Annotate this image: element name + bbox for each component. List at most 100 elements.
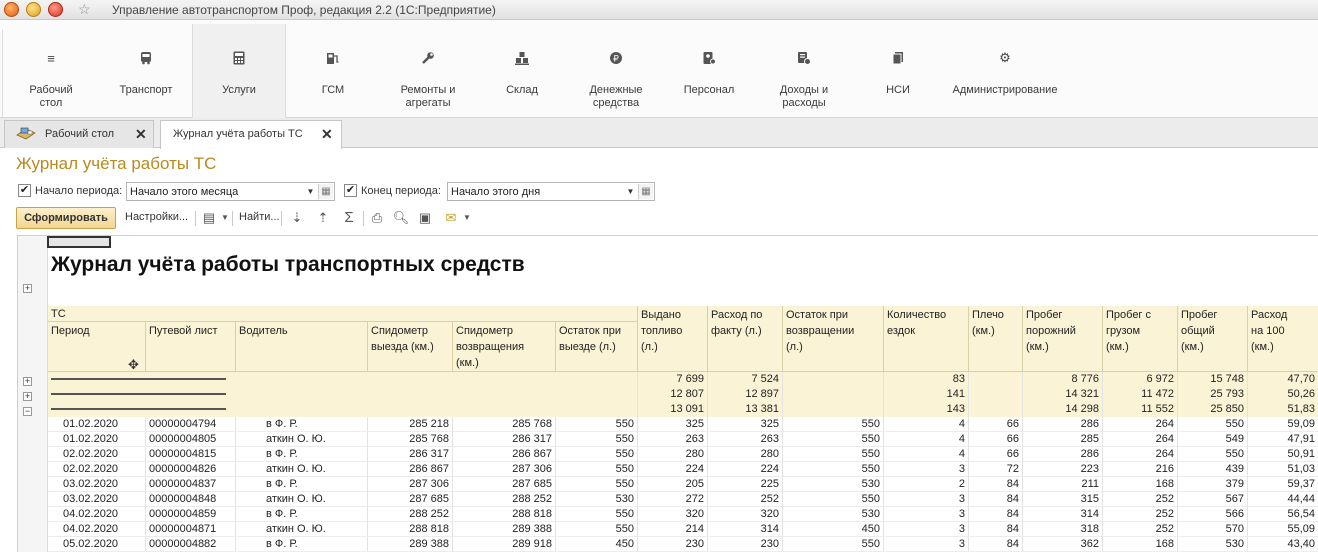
table-cell: 252 <box>1103 492 1178 507</box>
print-icon[interactable]: ⎙ <box>368 209 386 227</box>
group-cell <box>969 372 1023 387</box>
column-header[interactable]: Выдано топливо (л.) <box>641 307 706 355</box>
section-label: Транспорт <box>119 84 173 96</box>
group-row[interactable]: 7 699 7 524 83 8 776 6 972 15 748 47,70 <box>48 372 1318 387</box>
column-header[interactable]: Расход по факту (л.) <box>711 307 781 339</box>
column-header[interactable]: Спидометр возвращения (км.) <box>456 323 554 371</box>
section-personnel[interactable]: Персонал <box>676 20 742 118</box>
section-nsi[interactable]: НСИ <box>872 20 924 118</box>
sort-ascending-icon[interactable]: ⇣ <box>288 209 306 227</box>
table-cell: 550 <box>1178 417 1248 432</box>
redacted-vehicle-name <box>51 378 226 380</box>
calendar-icon[interactable]: ▦ <box>318 184 333 199</box>
personnel-icon <box>701 50 717 66</box>
calendar-icon[interactable]: ▦ <box>638 184 653 199</box>
table-row[interactable]: 05.02.2020 00000004882 в Ф. Р. 289 388 289 9… <box>48 537 1318 552</box>
period-end-checkbox[interactable]: ✔ <box>344 184 357 197</box>
section-warehouse[interactable]: Склад <box>491 20 553 118</box>
group-cell: 25 850 <box>1178 402 1248 417</box>
expand-group-icon[interactable]: + <box>23 392 32 401</box>
column-header[interactable]: Расход на 100 (км.) <box>1251 307 1317 355</box>
table-cell: 550 <box>783 432 884 447</box>
section-label: Ремонты и агрегаты <box>400 84 456 109</box>
table-cell: 550 <box>783 462 884 477</box>
group-name-cell <box>48 402 638 417</box>
sum-icon[interactable]: Σ <box>340 209 358 227</box>
expand-group-icon[interactable]: + <box>23 377 32 386</box>
group-cell <box>969 387 1023 402</box>
selected-cell[interactable] <box>47 236 111 248</box>
table-row[interactable]: 04.02.2020 00000004871 аткин О. Ю. 288 818 2… <box>48 522 1318 537</box>
table-cell: 550 <box>1178 447 1248 462</box>
table-cell: 550 <box>556 432 638 447</box>
section-money[interactable]: ₽ Денежные средства <box>580 20 652 118</box>
close-window-icon[interactable] <box>48 2 63 17</box>
table-cell: 3 <box>884 537 969 552</box>
table-row[interactable]: 01.02.2020 00000004794 в Ф. Р. 285 218 285 7… <box>48 417 1318 432</box>
section-services[interactable]: Услуги <box>192 24 286 118</box>
section-label: Администрирование <box>952 84 1058 96</box>
expand-all-icon[interactable]: + <box>23 284 32 293</box>
period-start-checkbox[interactable]: ✔ <box>18 184 31 197</box>
table-row[interactable]: 01.02.2020 00000004805 аткин О. Ю. 285 768 2… <box>48 432 1318 447</box>
print-preview-icon[interactable]: 🔍︎ <box>392 209 410 227</box>
group-row[interactable]: 12 807 12 897 141 14 321 11 472 25 793 50,26 <box>48 387 1318 402</box>
table-cell: 02.02.2020 <box>48 447 146 462</box>
section-repairs[interactable]: Ремонты и агрегаты <box>392 20 464 118</box>
sort-descending-icon[interactable]: ⇡ <box>314 209 332 227</box>
period-start-field[interactable]: Начало этого месяца ▼ ▦ <box>126 182 335 201</box>
table-row[interactable]: 04.02.2020 00000004859 в Ф. Р. 288 252 288 8… <box>48 507 1318 522</box>
dropdown-arrow-icon[interactable]: ▼ <box>623 184 638 199</box>
save-icon[interactable]: ▣ <box>416 209 434 227</box>
group-row[interactable]: 13 091 13 381 143 14 298 11 552 25 850 51,83 <box>48 402 1318 417</box>
table-cell: 318 <box>1023 522 1103 537</box>
period-end-field[interactable]: Начало этого дня ▼ ▦ <box>447 182 655 201</box>
collapse-group-icon[interactable]: − <box>23 407 32 416</box>
column-header[interactable]: Пробег порожний (км.) <box>1026 307 1101 355</box>
table-cell: 43,40 <box>1248 537 1318 552</box>
column-header[interactable]: Остаток при выезде (л.) <box>559 323 636 355</box>
section-transport[interactable]: Транспорт <box>110 20 182 118</box>
app-logo-icon[interactable] <box>4 2 19 17</box>
group-cell: 50,26 <box>1248 387 1318 402</box>
tab-journal[interactable]: Журнал учёта работы ТС ✕ <box>160 120 342 149</box>
table-row[interactable]: 02.02.2020 00000004815 в Ф. Р. 286 317 286 8… <box>48 447 1318 462</box>
dropdown-arrow-icon[interactable]: ▼ <box>303 184 318 199</box>
report-document[interactable]: + + + − Журнал учёта работы транспортных… <box>17 235 1318 552</box>
column-header[interactable]: Водитель <box>239 323 366 339</box>
column-header[interactable]: Количество ездок <box>887 307 967 339</box>
close-tab-icon[interactable]: ✕ <box>321 126 333 143</box>
column-header[interactable]: Путевой лист <box>149 323 234 339</box>
group-cell <box>783 387 884 402</box>
column-header[interactable]: Пробег с грузом (км.) <box>1106 307 1176 355</box>
section-desktop[interactable]: ≡ Рабочий стол <box>20 20 82 118</box>
table-cell: в Ф. Р. <box>236 537 368 552</box>
section-administration[interactable]: ⚙ Администрирование <box>948 20 1062 118</box>
settings-button[interactable]: Настройки... <box>125 211 188 223</box>
period-start-label: Начало периода: <box>35 185 123 197</box>
table-row[interactable]: 02.02.2020 00000004826 аткин О. Ю. 286 867 2… <box>48 462 1318 477</box>
toolbar-separator <box>363 211 364 226</box>
table-cell: 285 <box>1023 432 1103 447</box>
table-cell: 280 <box>638 447 708 462</box>
email-dropdown-icon[interactable]: ▼ <box>458 209 476 227</box>
tab-desktop[interactable]: Рабочий стол ✕ <box>4 120 154 148</box>
table-cell: 287 685 <box>368 492 453 507</box>
table-row[interactable]: 03.02.2020 00000004848 аткин О. Ю. 287 685 2… <box>48 492 1318 507</box>
close-tab-icon[interactable]: ✕ <box>135 126 147 143</box>
column-header[interactable]: Спидометр выезда (км.) <box>371 323 451 355</box>
main-menu-icon[interactable] <box>26 2 41 17</box>
star-favorite-icon[interactable]: ☆ <box>78 1 91 18</box>
generate-button[interactable]: Сформировать <box>16 207 116 229</box>
fuel-icon <box>325 50 341 66</box>
table-row[interactable]: 03.02.2020 00000004837 в Ф. Р. 287 306 287 6… <box>48 477 1318 492</box>
column-header[interactable]: Пробег общий (км.) <box>1181 307 1246 355</box>
column-header[interactable]: Период <box>51 323 144 339</box>
section-fuel[interactable]: ГСМ <box>303 20 363 118</box>
table-cell: 66 <box>969 447 1023 462</box>
column-header[interactable]: Плечо (км.) <box>972 307 1021 339</box>
find-button[interactable]: Найти... <box>239 211 280 223</box>
section-income[interactable]: Доходы и расходы <box>768 20 840 118</box>
column-header[interactable]: Остаток при возвращении (л.) <box>786 307 882 355</box>
table-cell: 00000004837 <box>146 477 236 492</box>
